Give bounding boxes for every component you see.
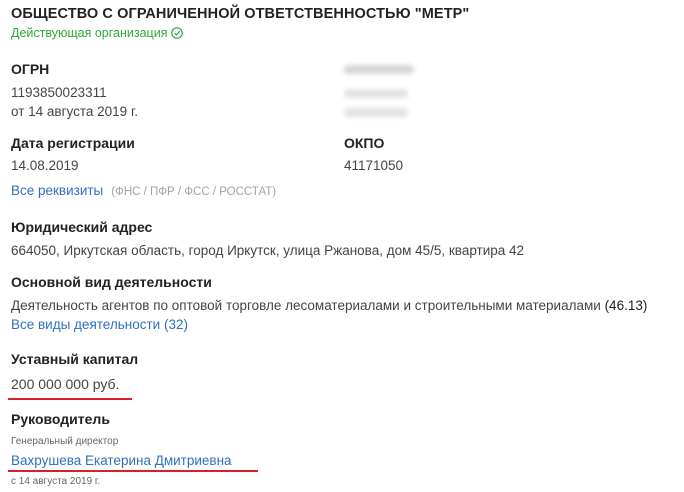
ogrn-label: ОГРН — [11, 61, 50, 77]
requisites-sources: (ФНС / ПФР / ФСС / РОССТАТ) — [111, 186, 277, 198]
activity-value: Деятельность агентов по оптовой торговле… — [11, 298, 601, 313]
activity-row: Деятельность агентов по оптовой торговле… — [11, 298, 683, 313]
director-since: с 14 августа 2019 г. — [11, 476, 101, 487]
director-red-underline — [8, 470, 258, 472]
ogrn-value: 1193850023311 — [11, 85, 107, 100]
capital-value: 200 000 000 руб. — [11, 376, 120, 392]
redacted-label — [344, 65, 414, 74]
address-value: 664050, Иркутская область, город Иркутск… — [11, 243, 525, 258]
registration-value: 14.08.2019 — [11, 158, 79, 173]
requisites-row: Все реквизиты (ФНС / ПФР / ФСС / РОССТАТ… — [11, 183, 276, 198]
ogrn-date: от 14 августа 2019 г. — [11, 104, 138, 119]
registration-label: Дата регистрации — [11, 135, 135, 151]
all-activities-link[interactable]: Все виды деятельности (32) — [11, 317, 188, 332]
director-label: Руководитель — [11, 411, 110, 427]
address-label: Юридический адрес — [11, 219, 153, 235]
okpo-label: ОКПО — [344, 135, 385, 151]
activity-code: (46.13) — [604, 298, 648, 313]
all-requisites-link[interactable]: Все реквизиты — [11, 183, 103, 198]
redacted-value-2 — [344, 108, 408, 117]
director-position: Генеральный директор — [11, 436, 119, 447]
redacted-value — [344, 89, 408, 98]
capital-label: Уставный капитал — [11, 351, 139, 367]
capital-red-underline — [8, 398, 132, 400]
company-title: ОБЩЕСТВО С ОГРАНИЧЕННОЙ ОТВЕТСТВЕННОСТЬЮ… — [11, 6, 470, 22]
check-circle-icon — [171, 27, 184, 39]
status-text: Действующая организация — [11, 26, 168, 40]
okpo-value: 41171050 — [344, 158, 404, 173]
activity-label: Основной вид деятельности — [11, 274, 212, 290]
company-status: Действующая организация — [11, 26, 184, 40]
director-name-link[interactable]: Вахрушева Екатерина Дмитриевна — [11, 453, 232, 468]
